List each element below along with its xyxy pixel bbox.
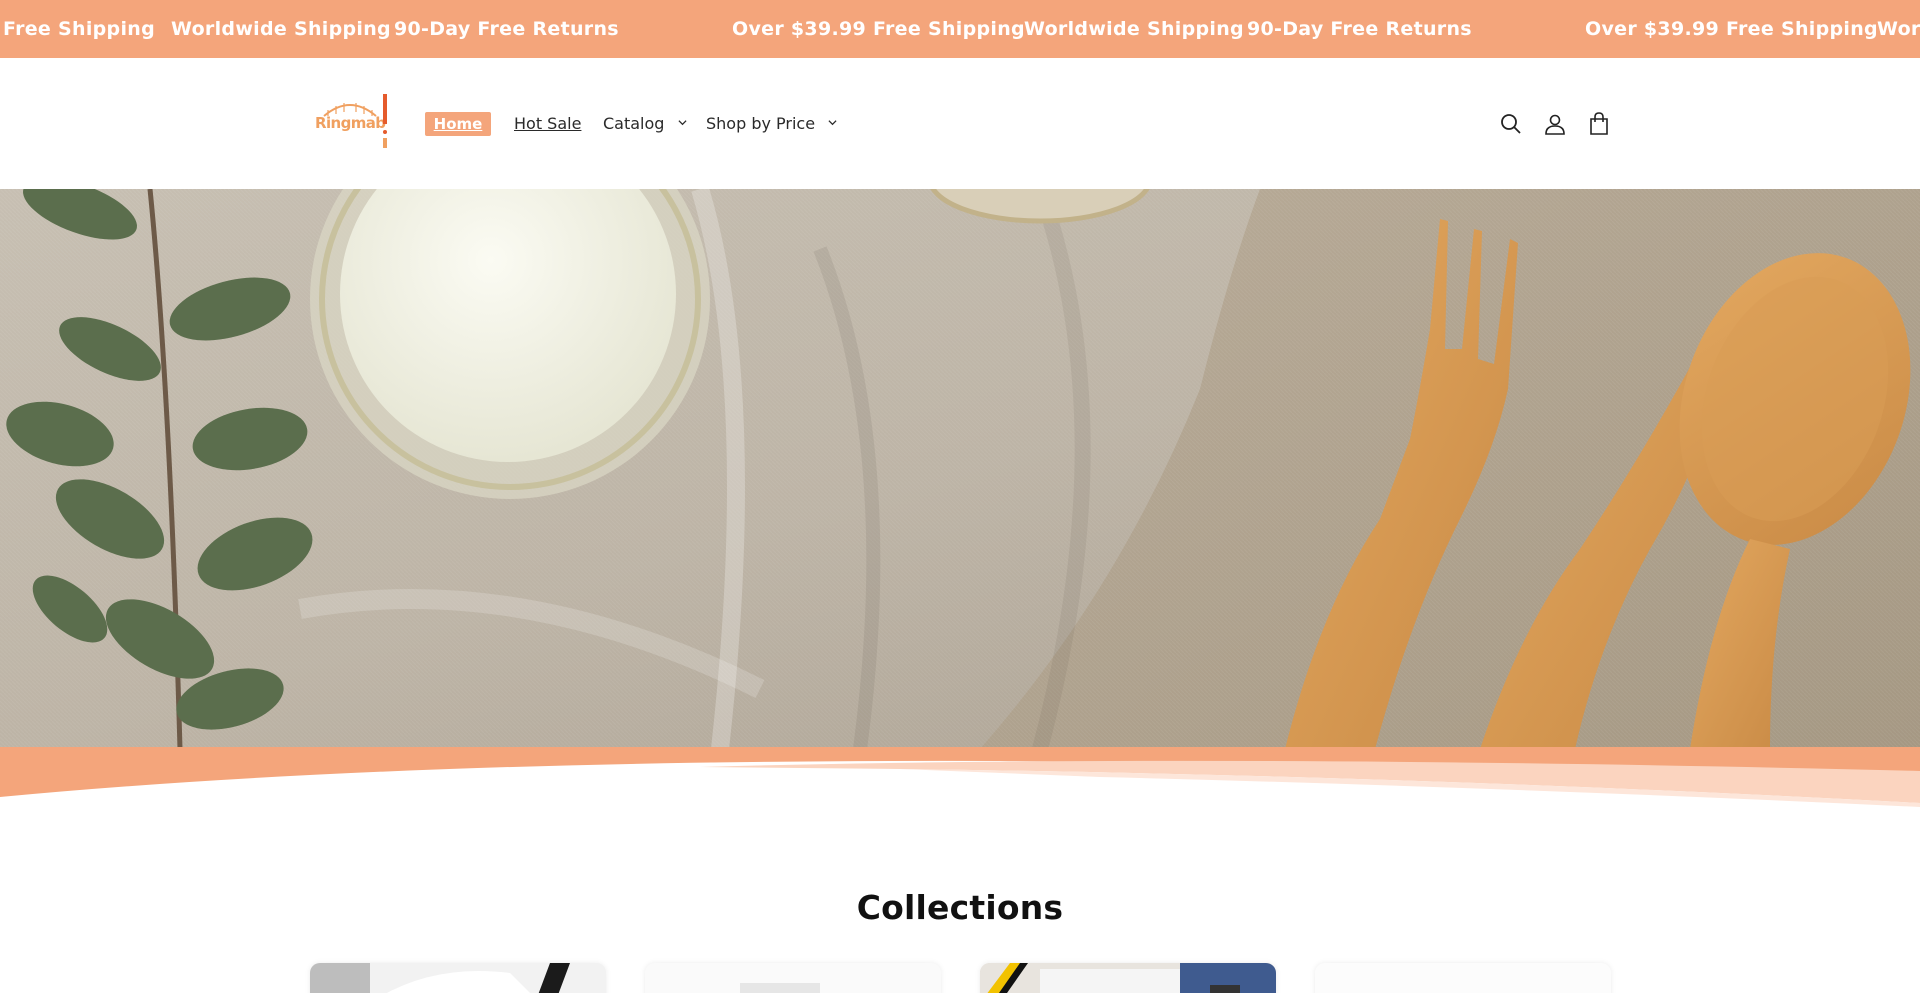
collection-card-image (1315, 963, 1611, 993)
search-button[interactable] (1496, 109, 1526, 139)
hero-banner[interactable] (0, 189, 1920, 749)
nav-home-link[interactable]: Home (425, 112, 491, 136)
nav-catalog-dropdown[interactable]: Catalog (603, 110, 687, 138)
announcement-item: Worldwide Shipping (171, 18, 391, 40)
account-icon (1545, 114, 1565, 135)
announcement-item: Over $39.99 Free Shipping (732, 18, 1025, 40)
site-header: Ringmab Home Hot Sale Catalog Shop by Pr… (0, 58, 1920, 189)
logo-accent-icon (383, 94, 387, 148)
collection-card-image (645, 963, 941, 993)
collection-card-image (310, 963, 606, 993)
nav-shop-by-price-dropdown[interactable]: Shop by Price (706, 110, 837, 138)
announcement-item: Free Shipping (3, 18, 155, 40)
collection-card[interactable] (1315, 963, 1611, 993)
search-icon (1501, 114, 1521, 134)
cart-icon (1590, 112, 1608, 135)
logo-wordmark: Ringmab (315, 114, 386, 132)
announcement-item: Worldwide Shipping (1024, 18, 1244, 40)
chevron-down-icon (678, 120, 687, 126)
account-button[interactable] (1540, 109, 1570, 139)
collection-card-image (980, 963, 1276, 993)
chevron-down-icon (828, 120, 837, 126)
cart-button[interactable] (1584, 109, 1614, 139)
nav-shop-by-price-label: Shop by Price (706, 114, 816, 133)
announcement-item: Over $39.99 Free Shipping (1585, 18, 1878, 40)
nav-hot-sale-link[interactable]: Hot Sale (514, 110, 581, 138)
collection-card[interactable] (310, 963, 606, 993)
hero-image (0, 189, 1920, 749)
announcement-item: Wor (1877, 18, 1920, 40)
site-logo[interactable]: Ringmab (312, 92, 394, 160)
collection-card[interactable] (645, 963, 941, 993)
collections-title: Collections (856, 888, 1064, 927)
announcement-item: 90-Day Free Returns (1247, 18, 1472, 40)
collection-card[interactable] (980, 963, 1276, 993)
wave-divider (0, 747, 1920, 807)
announcement-bar: Free Shipping Worldwide Shipping 90-Day … (0, 0, 1920, 58)
nav-catalog-label: Catalog (603, 114, 665, 133)
announcement-item: 90-Day Free Returns (394, 18, 619, 40)
